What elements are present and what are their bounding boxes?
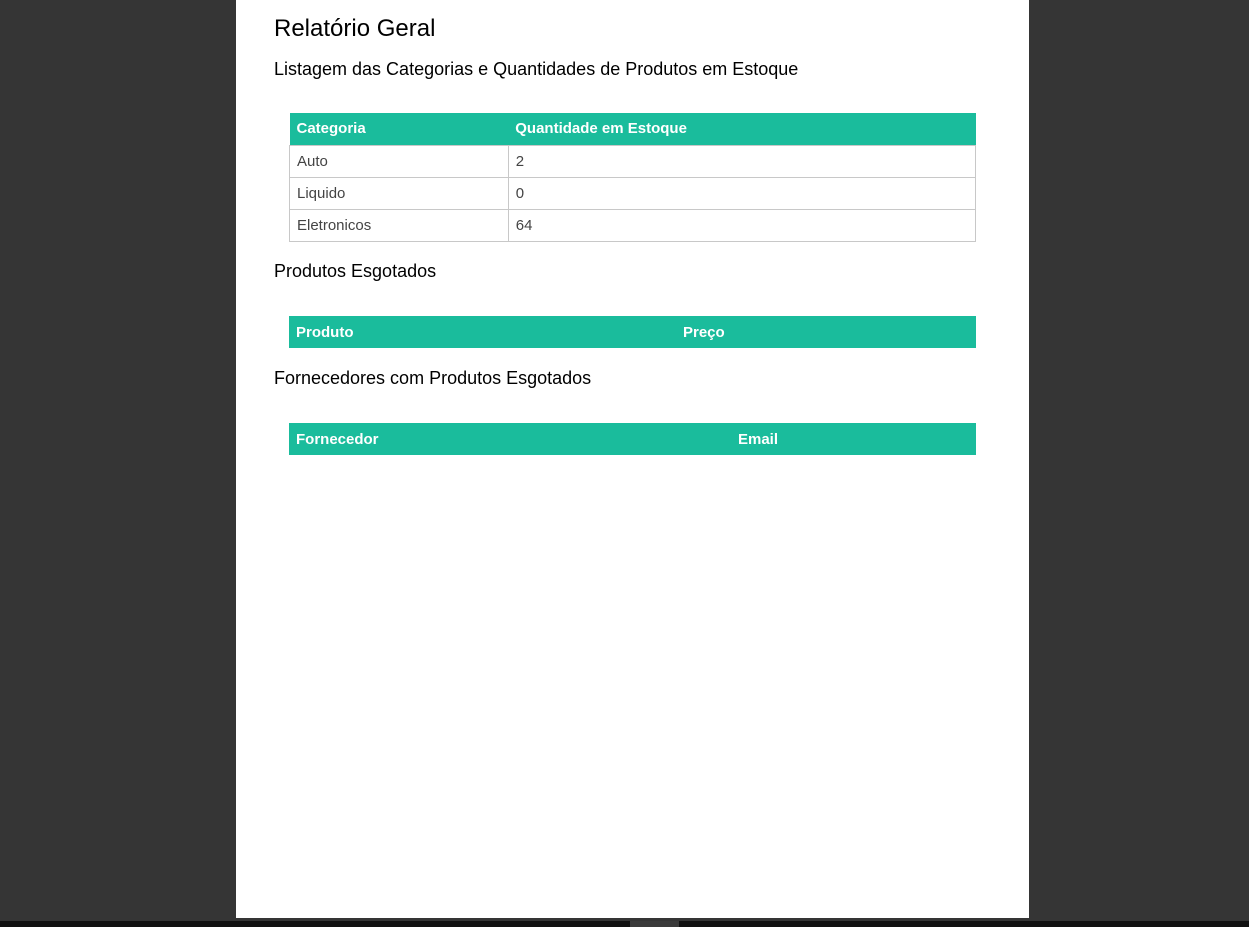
report-page: Relatório Geral Listagem das Categorias … [236,0,1029,918]
categories-heading: Listagem das Categorias e Quantidades de… [274,59,799,79]
column-header-quantidade: Quantidade em Estoque [508,113,976,145]
table-row: Auto 2 [289,144,977,178]
table-row: Eletronicos 64 [289,208,977,242]
column-header-fornecedor: Fornecedor [289,423,731,455]
pdf-viewer: Relatório Geral Listagem das Categorias … [0,0,1249,927]
horizontal-scrollbar-track[interactable] [0,921,1249,927]
categories-table: Categoria Quantidade em Estoque Auto 2 L… [289,113,977,242]
column-header-categoria: Categoria [289,113,509,145]
suppliers-heading: Fornecedores com Produtos Esgotados [274,368,592,388]
column-header-email: Email [731,423,976,455]
cell-categoria: Eletronicos [289,208,509,242]
cell-quantidade: 2 [507,144,977,178]
cell-categoria: Auto [289,144,509,178]
horizontal-scrollbar-thumb[interactable] [630,921,679,927]
table-header-row: Categoria Quantidade em Estoque [289,113,976,145]
column-header-preco: Preço [676,316,976,348]
cell-categoria: Liquido [289,176,509,210]
sold-out-heading: Produtos Esgotados [274,261,437,281]
table-header-row: Produto Preço [289,316,976,348]
column-header-produto: Produto [289,316,676,348]
page-title: Relatório Geral [274,15,436,42]
table-row: Liquido 0 [289,176,977,210]
table-header-row: Fornecedor Email [289,423,976,455]
sold-out-table: Produto Preço [289,316,976,348]
cell-quantidade: 64 [507,208,977,242]
suppliers-table: Fornecedor Email [289,423,976,455]
cell-quantidade: 0 [507,176,977,210]
